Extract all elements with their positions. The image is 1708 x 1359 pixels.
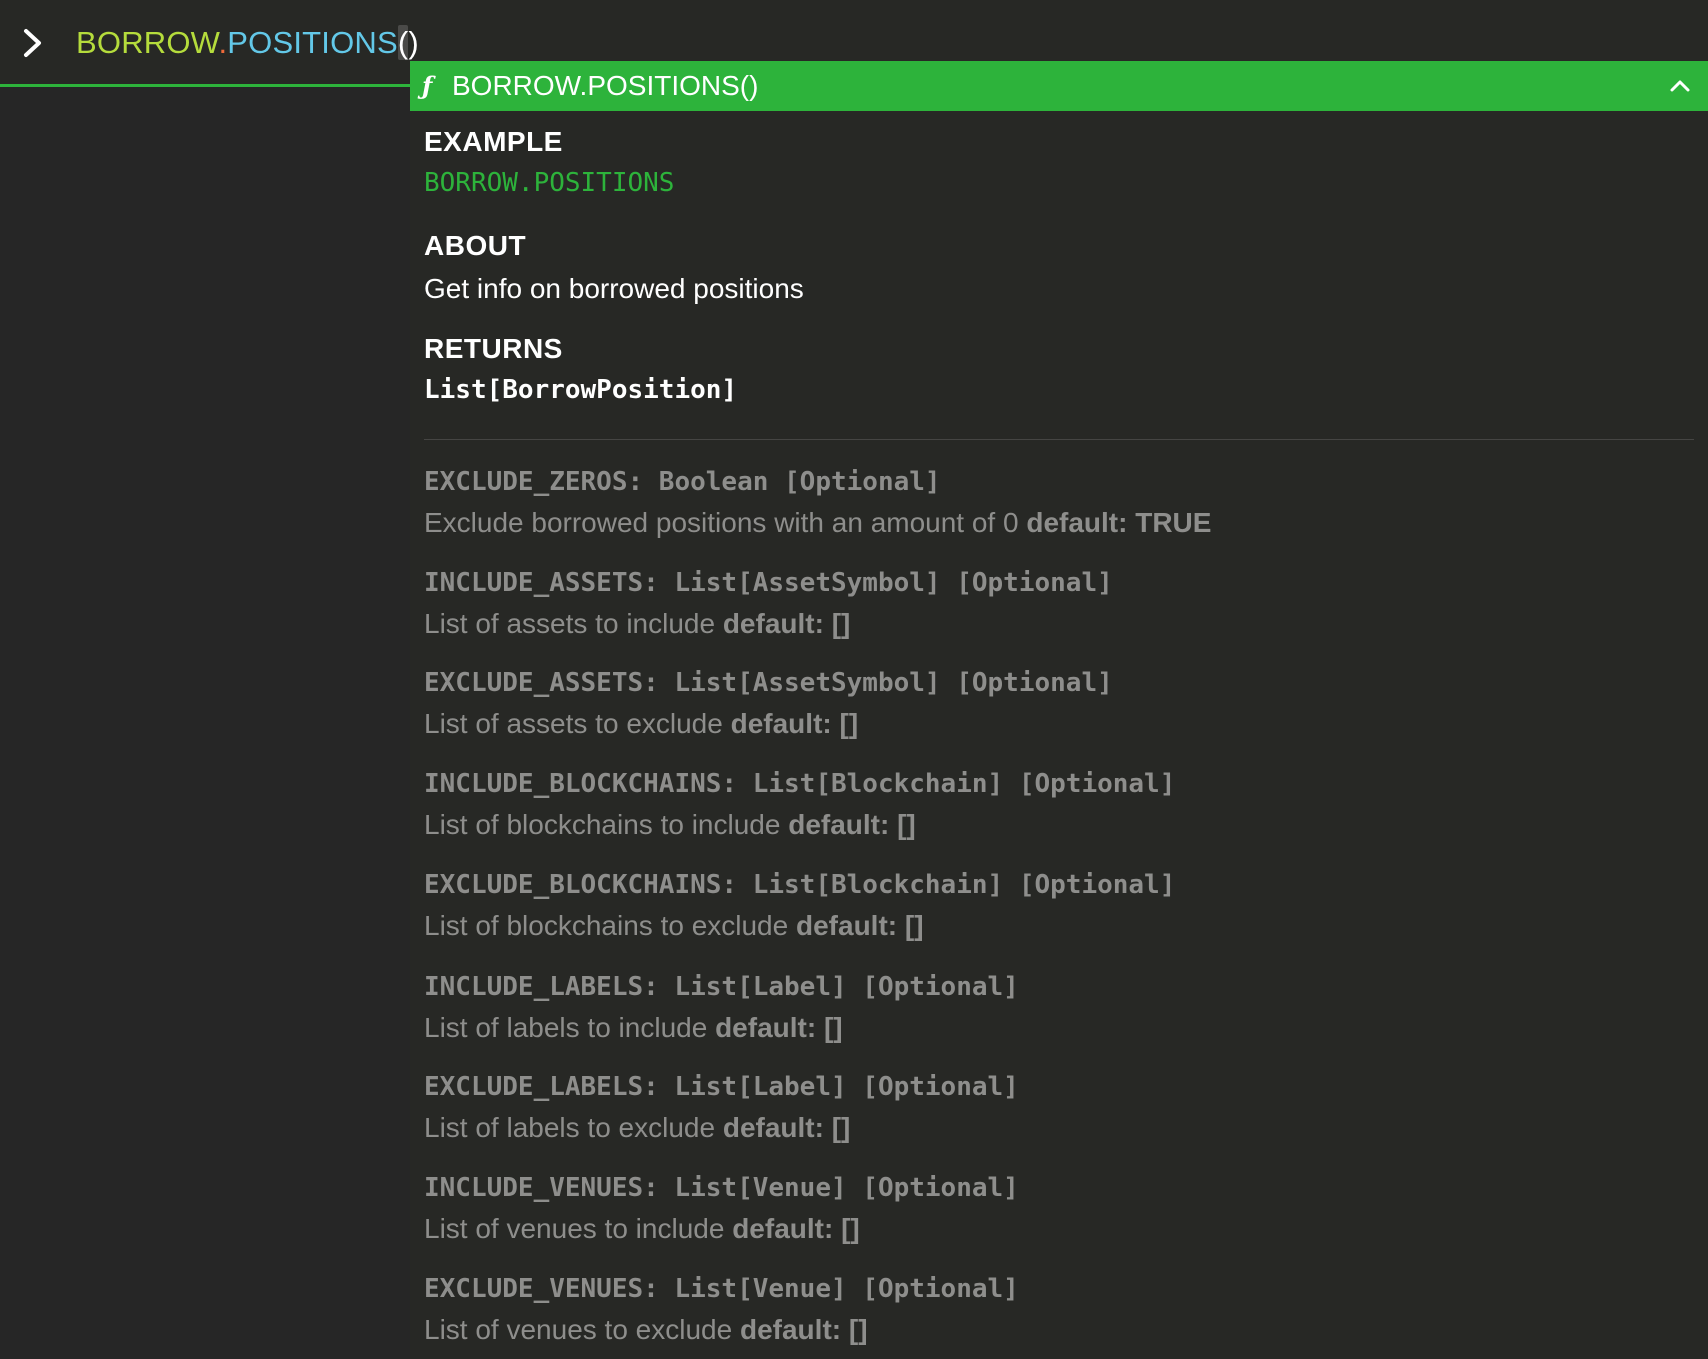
param-description: List of assets to exclude default: [] [424,708,859,739]
param-signature: EXCLUDE_VENUES: List[Venue] [Optional] [424,1274,1019,1304]
param-default: default: [] [732,1213,860,1244]
about-text: Get info on borrowed positions [424,273,804,304]
param-signature: INCLUDE_LABELS: List[Label] [Optional] [424,972,1019,1002]
param-signature: EXCLUDE_LABELS: List[Label] [Optional] [424,1072,1019,1102]
param-signature: EXCLUDE_BLOCKCHAINS: List[Blockchain] [O… [424,870,1176,900]
returns-type: List[BorrowPosition] [424,375,738,405]
chevron-right-icon [24,29,41,57]
doc-header[interactable]: ƒ BORROW.POSITIONS() [410,61,1708,111]
paren-open-token: ( [397,25,409,60]
param-signature: EXCLUDE_ASSETS: List[AssetSymbol] [Optio… [424,668,1113,698]
param-default: default: [] [715,1012,843,1043]
section-divider [424,439,1694,440]
param-description: List of blockchains to exclude default: … [424,910,924,941]
command-input[interactable]: BORROW.POSITIONS() [76,18,419,68]
dot-token: . [218,25,228,60]
returns-heading: RETURNS [424,333,563,364]
function-doc-popup: ƒ BORROW.POSITIONS() EXAMPLE BORROW.POSI… [410,61,1708,1359]
chevron-up-icon[interactable] [1664,70,1696,102]
param-description: List of blockchains to include default: … [424,809,916,840]
param-default: default: [] [788,809,916,840]
example-code: BORROW.POSITIONS [424,168,675,198]
param-description: List of venues to include default: [] [424,1213,860,1244]
param-description: List of assets to include default: [] [424,608,851,639]
paren-close-token: ) [408,25,419,60]
function-icon: ƒ [422,71,433,100]
param-default: default: [] [739,1314,868,1345]
param-description: List of labels to exclude default: [] [424,1112,851,1143]
doc-title: BORROW.POSITIONS() [452,70,759,101]
param-default: default: [] [722,608,851,639]
param-description: List of venues to exclude default: [] [424,1314,868,1345]
param-default: default: [] [796,910,924,941]
param-signature: INCLUDE_VENUES: List[Venue] [Optional] [424,1173,1019,1203]
param-signature: EXCLUDE_ZEROS: Boolean [Optional] [424,467,941,497]
param-signature: INCLUDE_ASSETS: List[AssetSymbol] [Optio… [424,568,1113,598]
example-heading: EXAMPLE [424,126,563,157]
param-default: default: [] [722,1112,851,1143]
input-focus-underline [0,84,411,87]
namespace-token: BORROW [76,25,219,60]
param-default: default: TRUE [1026,507,1212,538]
param-signature: INCLUDE_BLOCKCHAINS: List[Blockchain] [O… [424,769,1176,799]
param-description: List of labels to include default: [] [424,1012,843,1043]
console: BORROW.POSITIONS() ƒ BORROW.POSITIONS() … [0,0,1708,1359]
about-heading: ABOUT [424,230,527,261]
function-token: POSITIONS [227,25,398,60]
param-default: default: [] [730,708,859,739]
param-description: Exclude borrowed positions with an amoun… [424,507,1212,538]
